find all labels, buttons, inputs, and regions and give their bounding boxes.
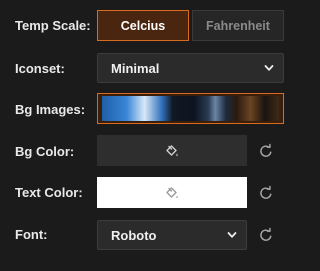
font-select[interactable]: Roboto [97, 220, 247, 250]
paint-bucket-icon [166, 144, 178, 156]
font-label: Font: [15, 227, 48, 242]
bg-images-preview [102, 96, 279, 121]
chevron-down-icon [227, 232, 237, 238]
refresh-icon[interactable] [258, 143, 274, 159]
font-value: Roboto [111, 227, 157, 243]
text-color-swatch[interactable] [97, 177, 247, 208]
chevron-down-icon [264, 65, 274, 71]
iconset-select[interactable]: Minimal [97, 53, 284, 83]
text-color-label: Text Color: [15, 185, 83, 200]
refresh-icon[interactable] [258, 185, 274, 201]
bg-images-picker[interactable] [97, 93, 284, 124]
refresh-icon[interactable] [258, 227, 274, 243]
bg-color-label: Bg Color: [15, 144, 75, 159]
bg-images-label: Bg Images: [15, 102, 86, 117]
fahrenheit-button[interactable]: Fahrenheit [192, 10, 284, 41]
temp-scale-label: Temp Scale: [15, 18, 91, 33]
paint-bucket-icon [166, 186, 178, 198]
iconset-value: Minimal [111, 60, 160, 76]
iconset-label: Iconset: [15, 61, 65, 76]
celcius-button[interactable]: Celcius [97, 10, 189, 41]
bg-color-swatch[interactable] [97, 135, 247, 166]
